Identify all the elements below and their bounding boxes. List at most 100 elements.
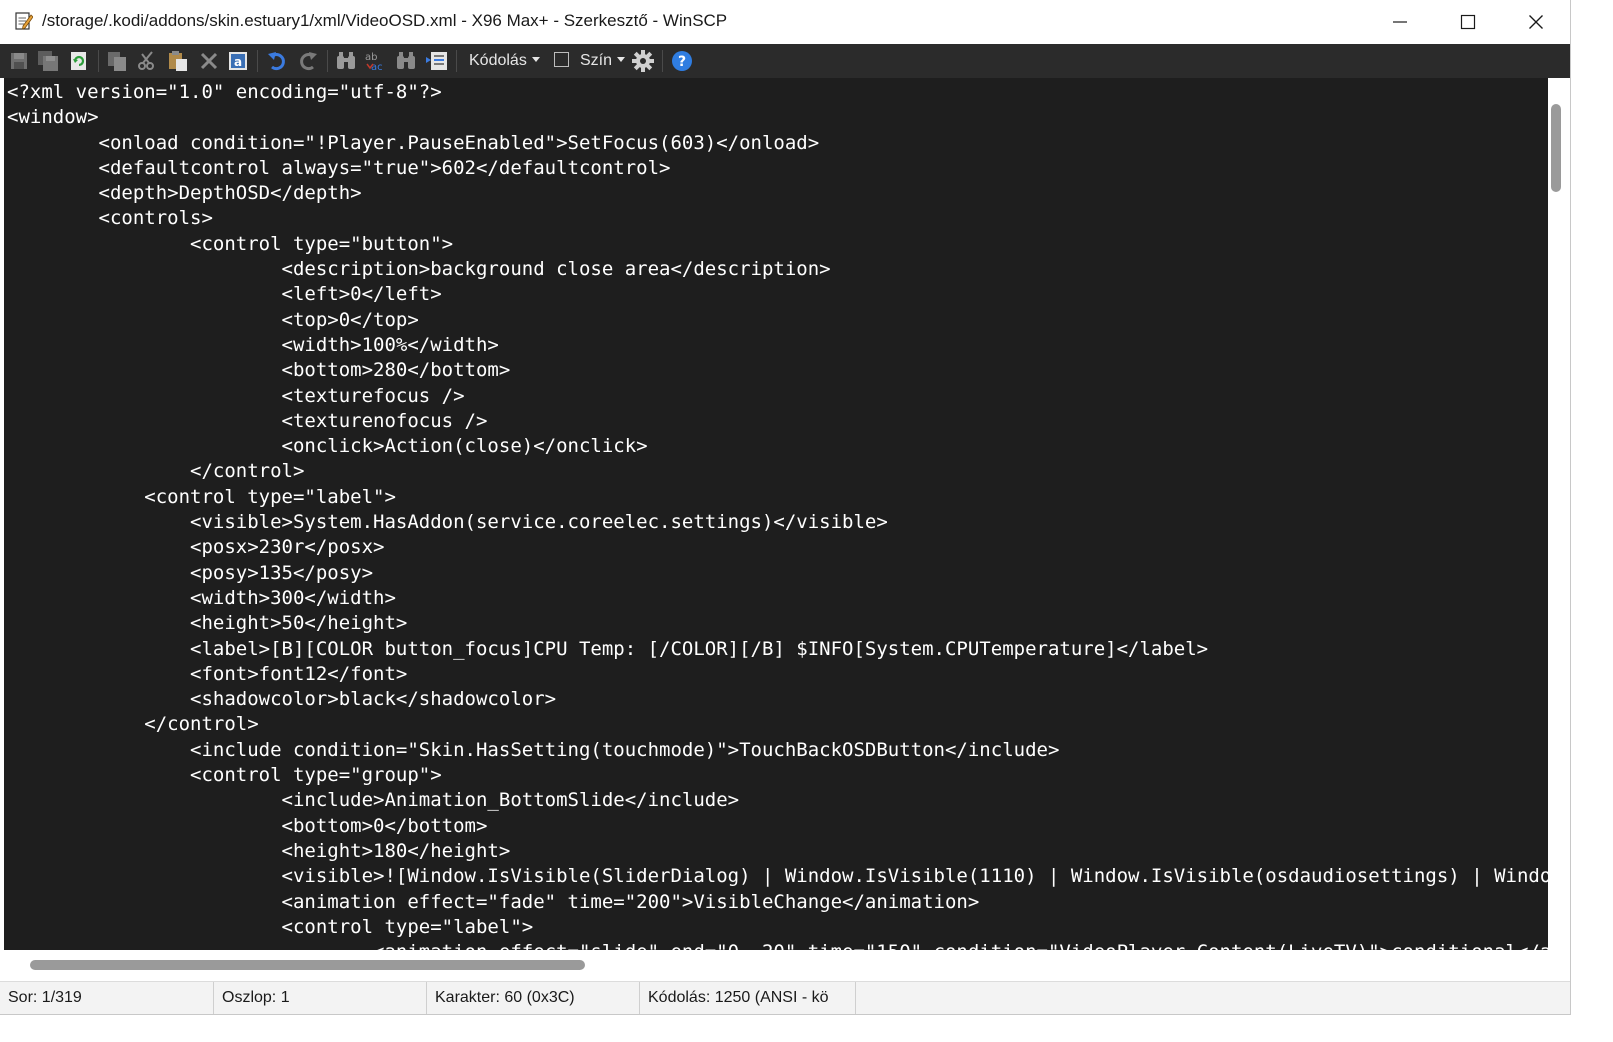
- maximize-button[interactable]: [1434, 0, 1502, 44]
- chevron-down-icon: [617, 57, 626, 62]
- copy-button[interactable]: [105, 49, 129, 73]
- select-all-icon: a: [229, 52, 247, 70]
- window-title: /storage/.kodi/addons/skin.estuary1/xml/…: [42, 11, 728, 30]
- goto-line-button[interactable]: [425, 49, 449, 73]
- maximize-icon: [1460, 14, 1476, 30]
- save-icon: [11, 53, 27, 69]
- code-line: <label>[B][COLOR button_focus]CPU Temp: …: [7, 637, 1209, 660]
- save-all-button[interactable]: [36, 49, 60, 73]
- replace-button[interactable]: ab ac: [364, 49, 388, 73]
- code-line: <texturenofocus />: [7, 409, 488, 432]
- find-button[interactable]: [334, 49, 358, 73]
- svg-text:ac: ac: [371, 62, 383, 72]
- reload-button[interactable]: [67, 49, 91, 73]
- code-line: <onload condition="!Player.PauseEnabled"…: [7, 131, 820, 154]
- code-line: <control type="label">: [7, 485, 396, 508]
- encoding-dropdown[interactable]: Kódolás: [469, 52, 540, 70]
- copy-icon: [108, 52, 126, 71]
- title-bar[interactable]: /storage/.kodi/addons/skin.estuary1/xml/…: [0, 0, 1570, 44]
- toolbar-separator: [327, 50, 328, 72]
- find-next-icon: [397, 52, 415, 69]
- code-line: <depth>DepthOSD</depth>: [7, 182, 362, 205]
- code-line: <bottom>0</bottom>: [7, 814, 488, 837]
- help-icon: ?: [672, 51, 692, 71]
- code-line: <?xml version="1.0" encoding="utf-8"?>: [7, 81, 442, 103]
- code-line: <animation effect="slide" end="0,-20" ti…: [7, 940, 1548, 950]
- code-line: <height>180</height>: [7, 839, 511, 862]
- code-line: <animation effect="fade" time="200">Visi…: [7, 890, 980, 913]
- chevron-down-icon: [531, 57, 540, 62]
- delete-icon: [200, 52, 218, 70]
- editor-toolbar: a ab ac Kódolás Szín ?: [0, 44, 1570, 78]
- paste-icon: [169, 51, 187, 71]
- code-line: <width>100%</width>: [7, 333, 499, 356]
- code-line: <width>300</width>: [7, 586, 396, 609]
- gear-icon: [632, 50, 654, 72]
- minimize-icon: [1393, 21, 1407, 23]
- code-editor[interactable]: <?xml version="1.0" encoding="utf-8"?> <w…: [4, 78, 1548, 950]
- settings-button[interactable]: [631, 49, 655, 73]
- toolbar-separator: [662, 50, 663, 72]
- svg-text:?: ?: [678, 54, 686, 70]
- status-column: Oszlop: 1: [214, 982, 427, 1014]
- horizontal-scrollbar-thumb[interactable]: [30, 960, 585, 970]
- minimize-button[interactable]: [1366, 0, 1434, 44]
- redo-button[interactable]: [296, 49, 320, 73]
- code-line: </control>: [7, 460, 305, 483]
- color-dropdown-label: Szín: [580, 52, 613, 69]
- editor-window: /storage/.kodi/addons/skin.estuary1/xml/…: [0, 0, 1571, 1015]
- svg-text:a: a: [234, 55, 242, 69]
- paste-button[interactable]: [166, 49, 190, 73]
- code-line: <posy>135</posy>: [7, 561, 374, 584]
- find-next-button[interactable]: [394, 49, 418, 73]
- code-line: <control type="button">: [7, 232, 454, 255]
- code-line: <control type="label">: [7, 915, 534, 938]
- status-encoding: Kódolás: 1250 (ANSI - kö: [640, 982, 856, 1014]
- code-line: <shadowcolor>black</shadowcolor>: [7, 688, 557, 711]
- color-dropdown[interactable]: Szín: [580, 52, 626, 70]
- code-line: <posx>230r</posx>: [7, 536, 385, 559]
- code-line: <texturefocus />: [7, 384, 465, 407]
- code-line: </control>: [7, 713, 259, 736]
- color-checkbox[interactable]: [554, 52, 569, 67]
- close-icon: [1529, 15, 1543, 29]
- code-line: <height>50</height>: [7, 612, 408, 635]
- undo-icon: [268, 52, 285, 71]
- vertical-scrollbar[interactable]: [1548, 78, 1568, 950]
- code-line: <include condition="Skin.HasSetting(touc…: [7, 738, 1060, 761]
- desktop-background: [1571, 0, 1613, 1042]
- toolbar-separator: [456, 50, 457, 72]
- code-line: <description>background close area</desc…: [7, 258, 831, 281]
- save-button[interactable]: [7, 49, 31, 73]
- vertical-scrollbar-thumb[interactable]: [1551, 104, 1561, 192]
- encoding-dropdown-label: Kódolás: [469, 52, 527, 69]
- status-bar: Sor: 1/319 Oszlop: 1 Karakter: 60 (0x3C)…: [0, 981, 1570, 1014]
- undo-button[interactable]: [265, 49, 289, 73]
- goto-line-icon: [426, 52, 447, 70]
- notepad-edit-icon: [15, 11, 34, 31]
- code-line: <top>0</top>: [7, 308, 419, 331]
- toolbar-separator: [98, 50, 99, 72]
- toolbar-separator: [257, 50, 258, 72]
- code-line: <left>0</left>: [7, 283, 442, 306]
- cut-button[interactable]: [135, 49, 159, 73]
- save-all-icon: [38, 51, 58, 71]
- replace-icon: abac: [365, 52, 383, 72]
- reload-icon: [71, 52, 86, 70]
- cut-icon: [138, 51, 154, 70]
- close-button[interactable]: [1502, 0, 1570, 44]
- code-line: <bottom>280</bottom>: [7, 359, 511, 382]
- redo-icon: [300, 52, 317, 71]
- code-line: <control type="group">: [7, 764, 442, 787]
- find-icon: [337, 52, 355, 69]
- code-line: <window>: [7, 106, 99, 129]
- code-line: <controls>: [7, 207, 213, 230]
- status-line: Sor: 1/319: [0, 982, 214, 1014]
- select-all-button[interactable]: a: [226, 49, 250, 73]
- delete-button[interactable]: [197, 49, 221, 73]
- code-line: <onclick>Action(close)</onclick>: [7, 435, 648, 458]
- help-button[interactable]: ?: [670, 49, 694, 73]
- code-line: <visible>System.HasAddon(service.coreele…: [7, 511, 888, 534]
- code-line: <include>Animation_BottomSlide</include>: [7, 789, 740, 812]
- code-line: <font>font12</font>: [7, 662, 408, 685]
